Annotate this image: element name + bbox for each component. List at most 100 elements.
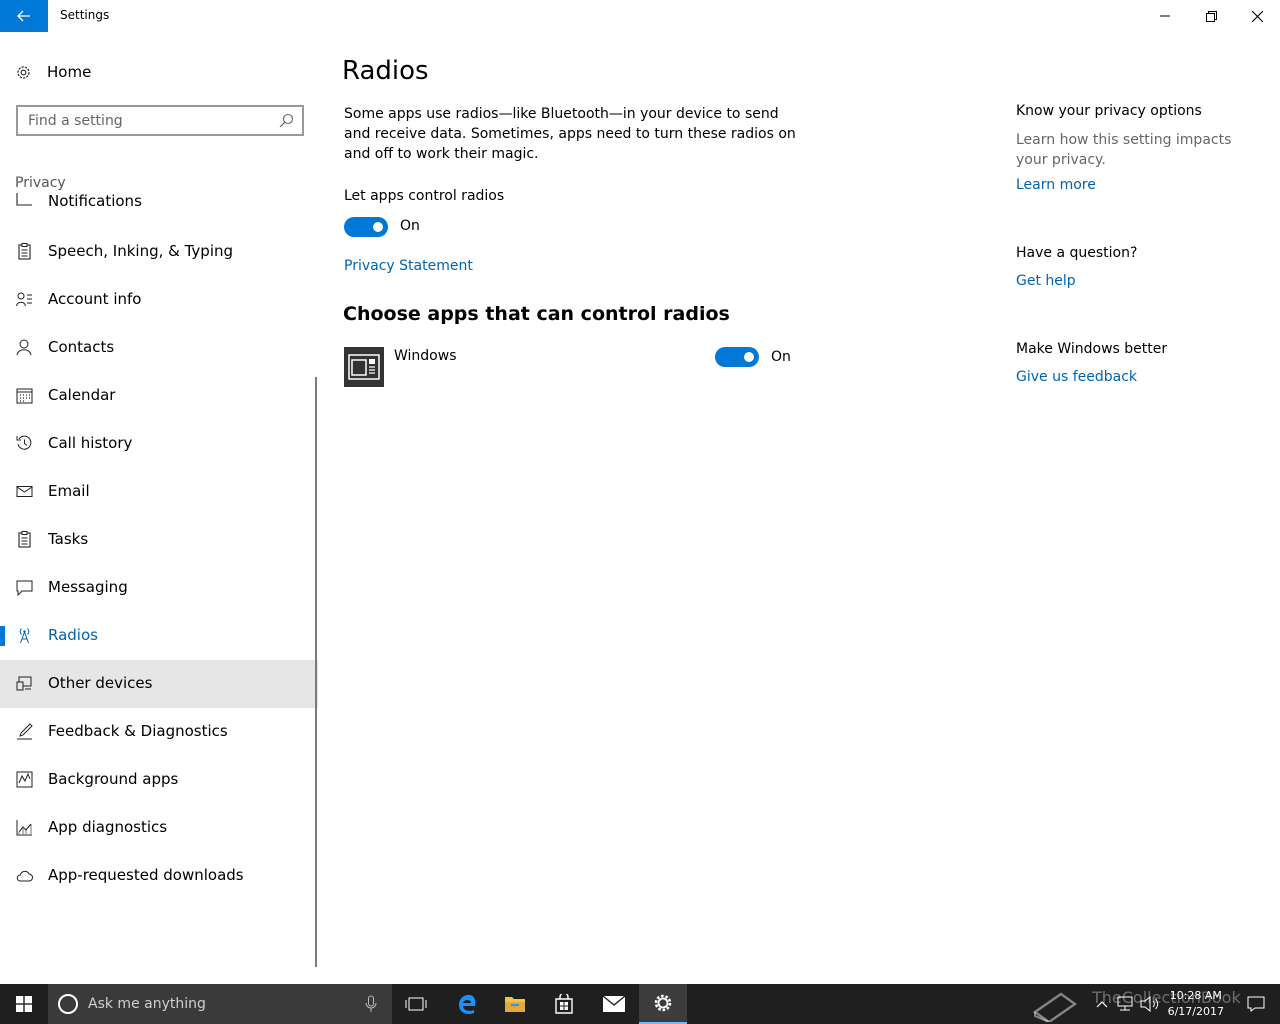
sidebar-item-app-downloads[interactable]: App-requested downloads bbox=[0, 852, 318, 900]
home-label: Home bbox=[47, 63, 92, 81]
sidebar-item-other-devices[interactable]: Other devices bbox=[0, 660, 318, 708]
sidebar-item-feedback[interactable]: Feedback & Diagnostics bbox=[0, 708, 318, 756]
close-button[interactable] bbox=[1234, 0, 1280, 32]
sidebar-item-radios[interactable]: Radios bbox=[0, 612, 318, 660]
sidebar-item-call-history[interactable]: Call history bbox=[0, 420, 318, 468]
restore-icon bbox=[1205, 10, 1217, 22]
sidebar-item-account-info[interactable]: Account info bbox=[0, 276, 318, 324]
title-bar: Settings bbox=[0, 0, 1280, 32]
taskbar-clock[interactable]: 10:28 AM 6/17/2017 bbox=[1168, 988, 1224, 1020]
windows-app-state: On bbox=[771, 349, 791, 365]
file-explorer-button[interactable] bbox=[491, 984, 539, 1024]
back-button[interactable] bbox=[0, 0, 48, 32]
search-input[interactable] bbox=[18, 107, 274, 134]
sidebar: Home Privacy Notifications Speech, Inkin… bbox=[0, 32, 320, 984]
clipboard-icon bbox=[18, 531, 31, 548]
app-window-icon bbox=[348, 354, 380, 380]
toggle-knob bbox=[744, 352, 754, 362]
background-apps-icon bbox=[16, 771, 33, 788]
window-title: Settings bbox=[60, 8, 110, 22]
sidebar-item-app-diagnostics[interactable]: App diagnostics bbox=[0, 804, 318, 852]
search-icon[interactable] bbox=[279, 113, 294, 128]
gear-icon bbox=[17, 66, 30, 79]
sidebar-item-label: Tasks bbox=[48, 530, 89, 548]
restore-button[interactable] bbox=[1188, 0, 1234, 32]
sidebar-item-label: Account info bbox=[48, 290, 142, 308]
edge-button[interactable] bbox=[443, 984, 491, 1024]
chart-icon bbox=[16, 820, 32, 836]
show-hidden-icons-button[interactable] bbox=[1092, 984, 1112, 1024]
sidebar-item-label: Contacts bbox=[48, 338, 115, 356]
learn-more-link[interactable]: Learn more bbox=[1016, 177, 1096, 193]
chevron-up-icon bbox=[1096, 1001, 1108, 1008]
home-nav-item[interactable]: Home bbox=[0, 52, 320, 92]
cortana-search-box[interactable]: Ask me anything bbox=[48, 984, 392, 1024]
sidebar-item-label: Notifications bbox=[48, 192, 142, 210]
folder-icon bbox=[505, 997, 525, 1012]
edge-icon bbox=[459, 994, 476, 1015]
let-apps-control-label: Let apps control radios bbox=[344, 188, 505, 204]
minimize-icon bbox=[1160, 15, 1170, 17]
mail-icon bbox=[16, 486, 33, 497]
task-view-button[interactable] bbox=[392, 984, 440, 1024]
gear-icon bbox=[654, 994, 672, 1012]
notification-center-icon bbox=[1247, 996, 1265, 1012]
sidebar-item-calendar[interactable]: Calendar bbox=[0, 372, 318, 420]
close-icon bbox=[1251, 10, 1263, 22]
contacts-icon bbox=[16, 339, 32, 356]
watermark-book-icon bbox=[1030, 984, 1080, 1024]
volume-button[interactable] bbox=[1138, 984, 1162, 1024]
back-arrow-icon bbox=[17, 10, 30, 22]
cortana-search-text: Ask me anything bbox=[88, 996, 206, 1012]
get-help-link[interactable]: Get help bbox=[1016, 273, 1076, 289]
microphone-icon[interactable] bbox=[364, 995, 378, 1013]
clock-time: 10:28 AM bbox=[1169, 989, 1222, 1002]
app-name-windows: Windows bbox=[394, 348, 457, 364]
minimize-button[interactable] bbox=[1142, 0, 1188, 32]
network-icon bbox=[1117, 996, 1133, 1011]
privacy-statement-link[interactable]: Privacy Statement bbox=[344, 258, 473, 274]
sidebar-item-speech[interactable]: Speech, Inking, & Typing bbox=[0, 228, 318, 276]
let-apps-control-toggle[interactable] bbox=[344, 217, 388, 237]
sidebar-item-label: Call history bbox=[48, 434, 133, 452]
windows-logo-icon bbox=[16, 996, 32, 1012]
sidebar-item-label: Other devices bbox=[48, 674, 153, 692]
calendar-icon bbox=[16, 388, 33, 404]
sidebar-item-background-apps[interactable]: Background apps bbox=[0, 756, 318, 804]
sidebar-item-contacts[interactable]: Contacts bbox=[0, 324, 318, 372]
sidebar-scrollbar[interactable] bbox=[315, 377, 317, 967]
settings-taskbar-button[interactable] bbox=[639, 984, 687, 1024]
start-button[interactable] bbox=[0, 984, 48, 1024]
give-feedback-link[interactable]: Give us feedback bbox=[1016, 369, 1137, 385]
page-description: Some apps use radios—like Bluetooth—in y… bbox=[344, 106, 796, 162]
mail-app-button[interactable] bbox=[590, 984, 638, 1024]
sidebar-item-label: App-requested downloads bbox=[48, 866, 244, 884]
sidebar-item-label: Calendar bbox=[48, 386, 116, 404]
sidebar-item-messaging[interactable]: Messaging bbox=[0, 564, 318, 612]
privacy-options-text: Learn how this setting impacts your priv… bbox=[1016, 132, 1232, 168]
history-icon bbox=[16, 435, 32, 450]
cortana-icon bbox=[58, 994, 78, 1014]
sidebar-item-tasks[interactable]: Tasks bbox=[0, 516, 318, 564]
action-center-button[interactable] bbox=[1236, 984, 1276, 1024]
mail-icon bbox=[602, 995, 626, 1012]
let-apps-control-state: On bbox=[400, 218, 420, 234]
notifications-icon bbox=[16, 193, 32, 206]
task-view-icon bbox=[405, 997, 427, 1011]
windows-app-toggle[interactable] bbox=[715, 347, 759, 367]
search-box[interactable] bbox=[16, 105, 304, 136]
store-button[interactable] bbox=[540, 984, 588, 1024]
sidebar-item-label: Email bbox=[48, 482, 90, 500]
sidebar-item-label: Speech, Inking, & Typing bbox=[48, 242, 234, 260]
clock-date: 6/17/2017 bbox=[1167, 1005, 1224, 1018]
radio-tower-icon bbox=[19, 628, 30, 644]
account-info-icon bbox=[16, 292, 32, 307]
network-button[interactable] bbox=[1114, 984, 1136, 1024]
sidebar-item-label: Messaging bbox=[48, 578, 128, 596]
taskbar: Ask me anything TheCollectionBook 10:28 … bbox=[0, 984, 1280, 1024]
sidebar-item-label: Background apps bbox=[48, 770, 179, 788]
sidebar-item-label: Radios bbox=[48, 626, 98, 644]
sidebar-item-email[interactable]: Email bbox=[0, 468, 318, 516]
choose-apps-heading: Choose apps that can control radios bbox=[343, 303, 730, 325]
sidebar-item-notifications[interactable]: Notifications bbox=[0, 192, 318, 218]
